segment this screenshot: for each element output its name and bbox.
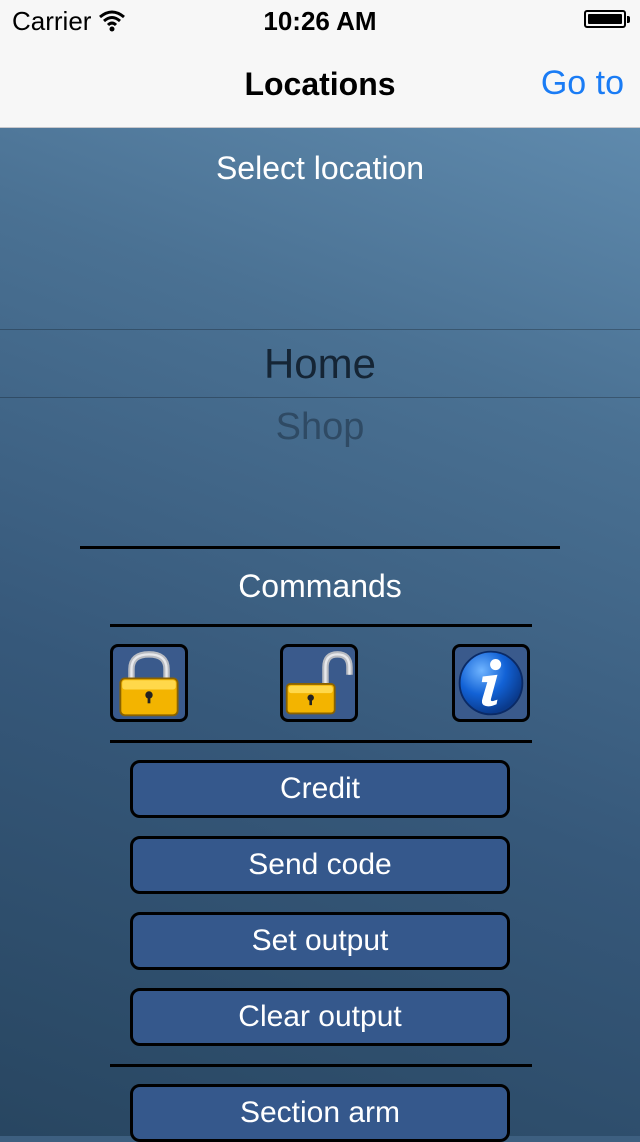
- main-content: Select location Home Shop Commands Credi…: [0, 128, 640, 1142]
- credit-button[interactable]: Credit: [130, 760, 510, 818]
- lock-button[interactable]: [110, 644, 188, 722]
- send-code-button[interactable]: Send code: [130, 836, 510, 894]
- set-output-button[interactable]: Set output: [130, 912, 510, 970]
- clear-output-button[interactable]: Clear output: [130, 988, 510, 1046]
- battery-icon: [584, 10, 630, 28]
- go-to-button[interactable]: Go to: [541, 64, 624, 103]
- picker-selection-top-line: [0, 329, 640, 330]
- padlock-unlocked-icon: [285, 651, 353, 715]
- navigation-bar: Locations Go to: [0, 40, 640, 128]
- picker-item-home[interactable]: Home: [0, 340, 640, 388]
- section-arm-button[interactable]: Section arm: [130, 1084, 510, 1142]
- commands-label: Commands: [238, 568, 402, 604]
- picker-selection-bottom-line: [0, 397, 640, 398]
- status-bar: Carrier 10:26 AM: [0, 0, 640, 40]
- info-icon: [458, 650, 524, 716]
- clock: 10:26 AM: [263, 6, 377, 36]
- select-location-label: Select location: [215, 150, 425, 186]
- divider: [110, 740, 532, 743]
- unlock-button[interactable]: [280, 644, 358, 722]
- divider: [110, 1064, 532, 1067]
- divider: [110, 624, 532, 627]
- divider: [80, 546, 560, 549]
- info-button[interactable]: [452, 644, 530, 722]
- padlock-locked-icon: [119, 651, 179, 717]
- picker-item-shop[interactable]: Shop: [0, 406, 640, 449]
